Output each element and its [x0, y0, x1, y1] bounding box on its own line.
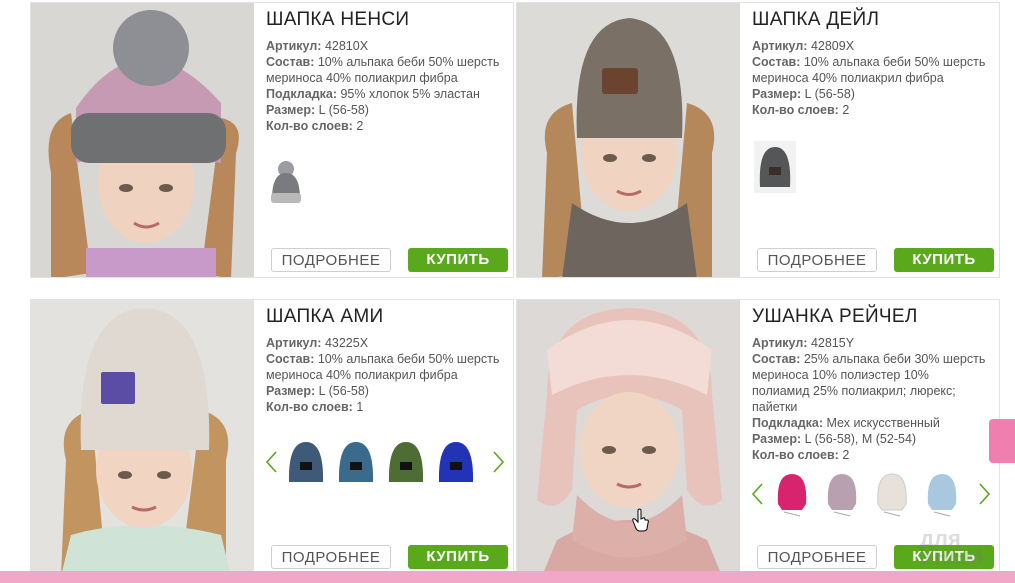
side-widget-tab[interactable]: [989, 419, 1015, 463]
prop-label: Состав:: [266, 55, 315, 69]
prop-label: Артикул:: [752, 336, 808, 350]
prop-value: L (56-58): [318, 103, 369, 117]
prop-value: L (56-58), M (52-54): [804, 432, 917, 446]
prop-label: Состав:: [752, 55, 801, 69]
more-button[interactable]: ПОДРОБНЕЕ: [757, 545, 877, 569]
product-props: Артикул: 42815Y Состав: 25% альпака беби…: [752, 335, 988, 463]
prop-value: 43225X: [324, 336, 369, 350]
prop-label: Размер:: [752, 87, 802, 101]
watermark: для УНЕМ: [920, 526, 983, 569]
product-props: Артикул: 43225X Состав: 10% альпака беби…: [266, 335, 502, 415]
product-photo-deil[interactable]: [517, 3, 740, 277]
prop-value: 42810X: [324, 39, 369, 53]
product-photo-rachel[interactable]: [517, 300, 740, 574]
variant-thumb[interactable]: [436, 438, 476, 484]
variant-thumb[interactable]: [336, 438, 376, 484]
buy-button[interactable]: КУПИТЬ: [894, 248, 994, 272]
prop-value: L (56-58): [804, 87, 855, 101]
more-button[interactable]: ПОДРОБНЕЕ: [271, 248, 391, 272]
prop-value: 1: [356, 400, 364, 414]
prop-label: Подкладка:: [266, 87, 337, 101]
prop-value: 2: [842, 103, 850, 117]
product-card-nensi: ШАПКА НЕНСИ Артикул: 42810X Состав: 10% …: [30, 2, 514, 278]
prop-label: Размер:: [266, 384, 316, 398]
more-button[interactable]: ПОДРОБНЕЕ: [271, 545, 391, 569]
chevron-right-icon[interactable]: [978, 482, 992, 506]
prop-label: Кол-во слоев:: [752, 448, 839, 462]
product-title: ШАПКА АМИ: [266, 306, 384, 327]
variant-thumb[interactable]: [822, 470, 862, 517]
product-props: Артикул: 42809X Состав: 10% альпака беби…: [752, 38, 988, 118]
prop-label: Артикул:: [266, 39, 322, 53]
product-info: ШАПКА НЕНСИ Артикул: 42810X Состав: 10% …: [266, 3, 513, 277]
buy-button[interactable]: КУПИТЬ: [408, 545, 508, 569]
color-variants: [750, 470, 994, 518]
prop-label: Артикул:: [266, 336, 322, 350]
prop-value: L (56-58): [318, 384, 369, 398]
chevron-left-icon[interactable]: [264, 450, 278, 474]
product-info: ШАПКА АМИ Артикул: 43225X Состав: 10% ал…: [264, 300, 513, 574]
prop-label: Состав:: [752, 352, 801, 366]
color-variants: [264, 438, 508, 486]
prop-value: Мех искусственный: [826, 416, 940, 430]
prop-label: Размер:: [752, 432, 802, 446]
product-photo-ami[interactable]: [31, 300, 254, 574]
variant-thumb[interactable]: [922, 470, 962, 517]
product-title: ШАПКА НЕНСИ: [266, 9, 410, 30]
product-props: Артикул: 42810X Состав: 10% альпака беби…: [266, 38, 502, 134]
product-info: ШАПКА ДЕЙЛ Артикул: 42809X Состав: 10% а…: [752, 3, 999, 277]
prop-value: 2: [842, 448, 850, 462]
variant-thumb[interactable]: [772, 470, 812, 517]
color-variants: [752, 141, 994, 193]
more-button[interactable]: ПОДРОБНЕЕ: [757, 248, 877, 272]
color-variants: [266, 159, 508, 207]
product-card-ami: ШАПКА АМИ Артикул: 43225X Состав: 10% ал…: [30, 299, 514, 575]
chevron-right-icon[interactable]: [492, 450, 506, 474]
prop-label: Артикул:: [752, 39, 808, 53]
prop-label: Кол-во слоев:: [752, 103, 839, 117]
product-title: УШАНКА РЕЙЧЕЛ: [752, 306, 918, 327]
prop-value: 42809X: [810, 39, 855, 53]
prop-label: Состав:: [266, 352, 315, 366]
prop-value: 2: [356, 119, 364, 133]
variant-thumb[interactable]: [286, 438, 326, 484]
buy-button[interactable]: КУПИТЬ: [408, 248, 508, 272]
chevron-left-icon[interactable]: [750, 482, 764, 506]
variant-thumb[interactable]: [386, 438, 426, 484]
bottom-banner[interactable]: [0, 571, 1015, 583]
product-photo-nensi[interactable]: [31, 3, 254, 277]
prop-value: 95% хлопок 5% эластан: [340, 87, 480, 101]
prop-label: Кол-во слоев:: [266, 400, 353, 414]
prop-label: Кол-во слоев:: [266, 119, 353, 133]
variant-thumb[interactable]: [266, 159, 306, 205]
hand-cursor-icon: [632, 508, 649, 532]
product-card-deil: ШАПКА ДЕЙЛ Артикул: 42809X Состав: 10% а…: [516, 2, 1000, 278]
variant-thumb[interactable]: [872, 470, 912, 517]
product-title: ШАПКА ДЕЙЛ: [752, 9, 880, 30]
prop-label: Размер:: [266, 103, 316, 117]
variant-thumb[interactable]: [754, 141, 796, 193]
prop-value: 42815Y: [810, 336, 855, 350]
prop-label: Подкладка:: [752, 416, 823, 430]
